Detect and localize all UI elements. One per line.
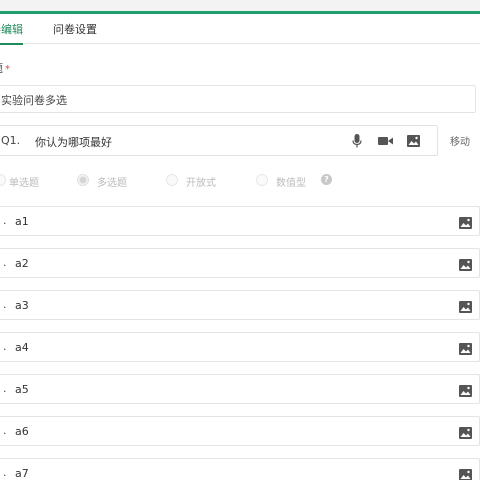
option-marker: . [3, 256, 7, 269]
tab-settings[interactable]: 问卷设置 [53, 22, 97, 38]
title-label-text: 题 [0, 62, 3, 75]
option-text: a1 [15, 215, 29, 228]
title-input-value: 实验问卷多选 [1, 94, 67, 107]
option-row[interactable]: . a2 [0, 248, 480, 278]
image-icon[interactable] [405, 133, 421, 149]
option-marker: . [3, 298, 7, 311]
image-icon[interactable] [459, 466, 473, 480]
option-text: a3 [15, 299, 29, 312]
question-type-selector: 单选题 多选题 开放式 数值型 ? [0, 170, 480, 190]
title-label: 题* [0, 62, 10, 77]
option-text: a2 [15, 257, 29, 270]
option-marker: . [3, 424, 7, 437]
option-text: a4 [15, 341, 29, 354]
video-icon[interactable] [377, 133, 393, 149]
radio-open-ended[interactable] [166, 174, 178, 186]
option-text: a7 [15, 467, 29, 480]
option-row[interactable]: . a5 [0, 374, 480, 404]
image-icon[interactable] [459, 424, 473, 439]
option-row[interactable]: . a3 [0, 290, 480, 320]
tab-edit[interactable]: 卷编辑 [0, 22, 23, 45]
label-single-choice[interactable]: 单选题 [9, 174, 39, 189]
question-number: Q1. [1, 134, 21, 147]
option-row[interactable]: . a4 [0, 332, 480, 362]
radio-multiple-choice[interactable] [77, 174, 89, 186]
title-input[interactable]: 实验问卷多选 [0, 85, 476, 113]
option-marker: . [3, 340, 7, 353]
mic-icon[interactable] [349, 133, 365, 149]
move-button[interactable]: 移动 [450, 133, 470, 148]
image-icon[interactable] [459, 340, 473, 355]
tab-bar: 卷编辑 问卷设置 [0, 17, 480, 45]
option-row[interactable]: . a6 [0, 416, 480, 446]
label-multiple-choice[interactable]: 多选题 [97, 174, 127, 189]
option-text: a5 [15, 383, 29, 396]
image-icon[interactable] [459, 298, 473, 313]
radio-numeric[interactable] [256, 174, 268, 186]
top-bar [0, 0, 480, 14]
option-marker: . [3, 466, 7, 479]
image-icon[interactable] [459, 256, 473, 271]
option-marker: . [3, 382, 7, 395]
option-row[interactable]: . a1 [0, 206, 480, 236]
question-text: 你认为哪项最好 [35, 136, 112, 149]
radio-single-choice[interactable] [0, 174, 6, 186]
option-row[interactable]: . a7 [0, 458, 480, 480]
image-icon[interactable] [459, 214, 473, 229]
label-numeric[interactable]: 数值型 [276, 174, 306, 189]
label-open-ended[interactable]: 开放式 [186, 174, 216, 189]
help-icon[interactable]: ? [321, 174, 332, 185]
option-marker: . [3, 214, 7, 227]
required-mark: * [5, 64, 10, 75]
image-icon[interactable] [459, 382, 473, 397]
option-text: a6 [15, 425, 29, 438]
question-input[interactable]: Q1. 你认为哪项最好 [0, 125, 438, 156]
